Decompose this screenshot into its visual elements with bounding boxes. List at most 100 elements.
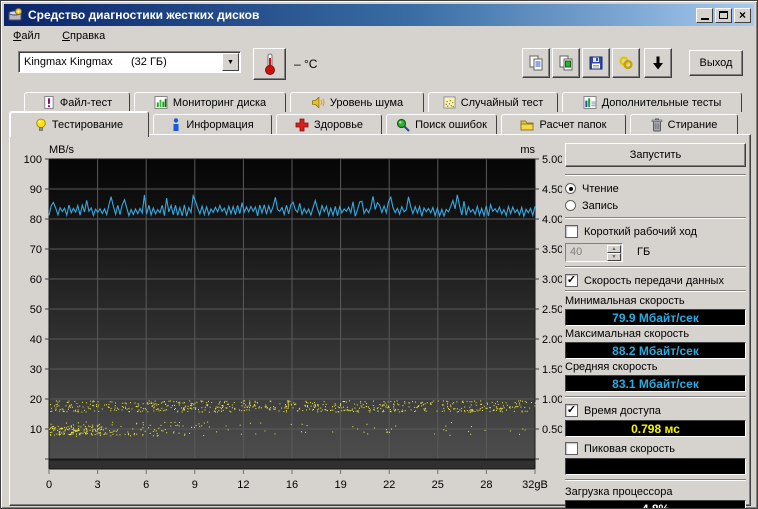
health-cross-icon — [295, 118, 309, 132]
svg-text:0.50: 0.50 — [542, 424, 562, 436]
copy-button[interactable] — [522, 48, 550, 78]
tab-label: Стирание — [668, 119, 718, 131]
exit-button[interactable]: Выход — [689, 50, 743, 76]
short-stroke-row[interactable]: Короткий рабочий ход — [565, 224, 746, 239]
tab-noise-level[interactable]: Уровень шума — [290, 92, 424, 112]
svg-text:19: 19 — [334, 479, 346, 491]
file-test-icon — [42, 96, 55, 109]
menu-help[interactable]: Справка — [60, 29, 107, 43]
tab-label: Уровень шума — [330, 97, 403, 109]
short-stroke-checkbox[interactable] — [565, 225, 578, 238]
tab-label: Дополнительные тесты — [602, 97, 722, 109]
tab-error-scan[interactable]: Поиск ошибок — [386, 114, 497, 135]
transfer-rate-checkbox[interactable] — [565, 274, 578, 287]
close-button[interactable]: × — [734, 8, 751, 23]
maximize-button[interactable] — [715, 8, 732, 23]
separator — [565, 290, 746, 292]
copy-icon — [528, 55, 544, 71]
menu-help-accel: С — [62, 30, 70, 42]
min-speed-label: Минимальная скорость — [565, 295, 746, 308]
save-icon — [588, 55, 604, 71]
short-stroke-size-input[interactable]: 40 ▲▼ — [565, 243, 623, 262]
tab-label: Файл-тест — [60, 97, 112, 109]
tab-label: Случайный тест — [461, 97, 544, 109]
svg-text:20: 20 — [30, 394, 42, 406]
access-time-display: 0.798 мс — [565, 420, 746, 437]
temperature-value: – °C — [294, 57, 317, 71]
svg-text:MB/s: MB/s — [49, 144, 75, 156]
chevron-down-icon: ▼ — [227, 59, 234, 66]
device-select-arrow[interactable]: ▼ — [222, 53, 239, 71]
speaker-icon — [311, 96, 325, 109]
separator — [565, 266, 746, 268]
tab-erase[interactable]: Стирание — [630, 114, 738, 135]
svg-text:5.00: 5.00 — [542, 154, 562, 166]
radio-write[interactable] — [565, 200, 576, 211]
menu-bar: Файл Справка — [5, 27, 753, 45]
tools-button[interactable] — [612, 48, 640, 78]
device-select[interactable]: Kingmax Kingmax (32 ГБ) ▼ — [18, 51, 241, 73]
svg-text:1.00: 1.00 — [542, 394, 562, 406]
svg-text:9: 9 — [192, 479, 198, 491]
folder-icon — [520, 119, 534, 131]
burst-rate-row[interactable]: Пиковая скорость — [565, 441, 746, 456]
svg-text:10: 10 — [30, 424, 42, 436]
tab-label: Тестирование — [52, 119, 123, 131]
svg-text:60: 60 — [30, 274, 42, 286]
spin-down-icon[interactable]: ▼ — [607, 253, 621, 261]
tab-content-panel: MB/sms1009080706050403020105.004.504.003… — [9, 134, 751, 506]
tab-health[interactable]: Здоровье — [276, 114, 382, 135]
tab-information[interactable]: Информация — [153, 114, 272, 135]
radio-read-row[interactable]: Чтение — [565, 181, 746, 196]
tab-additional-tests[interactable]: Дополнительные тесты — [562, 92, 742, 112]
svg-text:6: 6 — [143, 479, 149, 491]
copy-image-button[interactable] — [552, 48, 580, 78]
menu-file[interactable]: Файл — [11, 29, 42, 43]
start-button[interactable]: Запустить — [565, 143, 746, 167]
spin-up-icon[interactable]: ▲ — [607, 245, 621, 253]
svg-text:2.00: 2.00 — [542, 334, 562, 346]
benchmark-chart: MB/sms1009080706050403020105.004.504.003… — [10, 135, 562, 500]
radio-write-label: Запись — [582, 200, 618, 212]
access-time-checkbox[interactable] — [565, 404, 578, 417]
radio-read[interactable] — [565, 183, 576, 194]
tools-icon — [618, 55, 634, 71]
minimize-button[interactable] — [696, 8, 713, 23]
bulb-icon — [35, 118, 47, 132]
chart-canvas: MB/sms1009080706050403020105.004.504.003… — [10, 135, 562, 497]
tab-file-test[interactable]: Файл-тест — [24, 92, 130, 112]
cpu-usage-display: 4.8% — [565, 500, 746, 509]
info-icon — [171, 118, 181, 132]
download-button[interactable] — [644, 48, 672, 78]
disk-monitor-icon — [154, 96, 168, 109]
burst-rate-checkbox[interactable] — [565, 442, 578, 455]
tab-testing[interactable]: Тестирование — [9, 111, 149, 137]
close-icon: × — [739, 10, 746, 20]
tab-random-test[interactable]: Случайный тест — [428, 92, 558, 112]
save-button[interactable] — [582, 48, 610, 78]
svg-text:70: 70 — [30, 244, 42, 256]
svg-text:16: 16 — [286, 479, 298, 491]
separator — [565, 479, 746, 481]
spinner-buttons[interactable]: ▲▼ — [607, 245, 621, 260]
window-title: Средство диагностики жестких дисков — [28, 8, 696, 22]
svg-text:30: 30 — [30, 364, 42, 376]
tab-label: Мониторинг диска — [173, 97, 266, 109]
radio-write-row[interactable]: Запись — [565, 198, 746, 213]
temperature-button[interactable] — [253, 48, 286, 80]
burst-rate-label: Пиковая скорость — [584, 443, 675, 455]
tab-folder-calc[interactable]: Расчет папок — [501, 114, 626, 135]
svg-text:4.00: 4.00 — [542, 214, 562, 226]
tab-label: Поиск ошибок — [415, 119, 487, 131]
avg-speed-label: Средняя скорость — [565, 361, 746, 374]
radio-read-label: Чтение — [582, 183, 619, 195]
svg-text:25: 25 — [432, 479, 444, 491]
trash-icon — [651, 118, 663, 132]
transfer-rate-row[interactable]: Скорость передачи данных — [565, 273, 746, 288]
title-bar: Средство диагностики жестких дисков × — [4, 4, 754, 26]
transfer-rate-label: Скорость передачи данных — [584, 275, 724, 287]
copy-image-icon — [558, 55, 574, 71]
magnifier-icon — [396, 118, 410, 132]
access-time-row[interactable]: Время доступа — [565, 403, 746, 418]
tab-disk-monitoring[interactable]: Мониторинг диска — [134, 92, 286, 112]
